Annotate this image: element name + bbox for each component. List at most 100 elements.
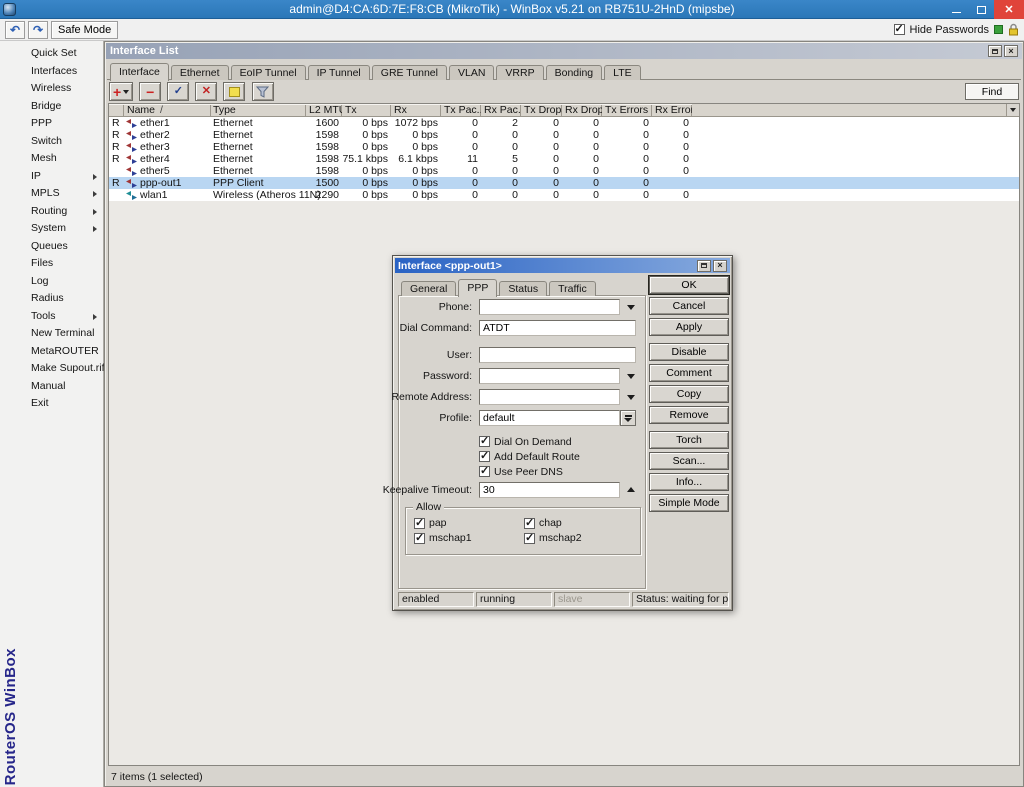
password-input[interactable] (479, 368, 620, 384)
tab-lte[interactable]: LTE (604, 65, 640, 80)
tab-vlan[interactable]: VLAN (449, 65, 494, 80)
tab-gre-tunnel[interactable]: GRE Tunnel (372, 65, 447, 80)
profile-combo-button[interactable] (620, 410, 636, 426)
remove-button[interactable]: Remove (649, 406, 729, 424)
sidebar-item-make-supout[interactable]: Make Supout.rif (26, 360, 102, 378)
table-row-ppp-out1[interactable]: R ppp-out1 PPP Client 1500 0 bps 0 bps 0… (109, 177, 1019, 189)
sidebar-item-interfaces[interactable]: Interfaces (26, 63, 102, 81)
sidebar-item-radius[interactable]: Radius (26, 290, 102, 308)
sidebar-item-wireless[interactable]: Wireless (26, 80, 102, 98)
redo-button[interactable]: ↷ (28, 21, 48, 39)
disable-interface-button[interactable]: ✕ (195, 82, 217, 101)
scan-button[interactable]: Scan... (649, 452, 729, 470)
sidebar-item-tools[interactable]: Tools (26, 308, 102, 326)
dialog-restore-button[interactable] (697, 260, 711, 272)
header-tx-packets[interactable]: Tx Pac... (441, 104, 481, 116)
window-restore-button[interactable] (988, 45, 1002, 57)
header-rx[interactable]: Rx (391, 104, 441, 116)
safe-mode-button[interactable]: Safe Mode (51, 21, 118, 39)
dial-on-demand-checkbox[interactable] (479, 436, 490, 447)
hide-passwords-checkbox[interactable] (894, 24, 905, 35)
copy-button[interactable]: Copy (649, 385, 729, 403)
maximize-button[interactable] (969, 0, 994, 19)
table-row-ether2[interactable]: R ether2 Ethernet 1598 0 bps 0 bps 0 0 0… (109, 129, 1019, 141)
info-button[interactable]: Info... (649, 473, 729, 491)
keepalive-input[interactable] (479, 482, 620, 498)
table-row-wlan1[interactable]: wlan1 Wireless (Atheros 11N) 2290 0 bps … (109, 189, 1019, 201)
sidebar-item-metarouter[interactable]: MetaROUTER (26, 343, 102, 361)
mschap2-checkbox[interactable] (524, 533, 535, 544)
header-rx-errors[interactable]: Rx Errors (652, 104, 692, 116)
sidebar-item-system[interactable]: System (26, 220, 102, 238)
apply-button[interactable]: Apply (649, 318, 729, 336)
sidebar-item-files[interactable]: Files (26, 255, 102, 273)
header-l2mtu[interactable]: L2 MTU (306, 104, 342, 116)
torch-button[interactable]: Torch (649, 431, 729, 449)
tab-ethernet[interactable]: Ethernet (171, 65, 229, 80)
sidebar-item-queues[interactable]: Queues (26, 238, 102, 256)
cancel-button[interactable]: Cancel (649, 297, 729, 315)
sidebar-item-ppp[interactable]: PPP (26, 115, 102, 133)
header-tx[interactable]: Tx (342, 104, 391, 116)
window-close-button[interactable]: × (1004, 45, 1018, 57)
undo-button[interactable]: ↶ (5, 21, 25, 39)
use-peer-dns-checkbox[interactable] (479, 466, 490, 477)
keepalive-up-arrow-icon[interactable] (627, 487, 635, 492)
table-row-ether3[interactable]: R ether3 Ethernet 1598 0 bps 0 bps 0 0 0… (109, 141, 1019, 153)
sidebar-item-routing[interactable]: Routing (26, 203, 102, 221)
tab-ip-tunnel[interactable]: IP Tunnel (308, 65, 370, 80)
table-row-ether4[interactable]: R ether4 Ethernet 1598 75.1 kbps 6.1 kbp… (109, 153, 1019, 165)
header-name[interactable]: Name/ (124, 104, 211, 116)
sidebar-item-bridge[interactable]: Bridge (26, 98, 102, 116)
sidebar-item-new-terminal[interactable]: New Terminal (26, 325, 102, 343)
header-rx-packets[interactable]: Rx Pac... (481, 104, 521, 116)
sidebar-item-quick-set[interactable]: Quick Set (26, 45, 102, 63)
simple-mode-button[interactable]: Simple Mode (649, 494, 729, 512)
tab-ppp[interactable]: PPP (458, 279, 497, 297)
header-tx-errors[interactable]: Tx Errors (602, 104, 652, 116)
tab-vrrp[interactable]: VRRP (496, 65, 543, 80)
sidebar-item-manual[interactable]: Manual (26, 378, 102, 396)
tab-eoip-tunnel[interactable]: EoIP Tunnel (231, 65, 306, 80)
comment-button[interactable]: Comment (649, 364, 729, 382)
profile-input[interactable] (479, 410, 620, 426)
sidebar-item-exit[interactable]: Exit (26, 395, 102, 413)
tab-status[interactable]: Status (499, 281, 547, 296)
sidebar-item-switch[interactable]: Switch (26, 133, 102, 151)
enable-interface-button[interactable]: ✓ (167, 82, 189, 101)
tab-interface[interactable]: Interface (110, 63, 169, 81)
header-tx-drops[interactable]: Tx Drops (521, 104, 562, 116)
tab-general[interactable]: General (401, 281, 456, 296)
find-button[interactable]: Find (965, 83, 1019, 100)
header-rx-drops[interactable]: Rx Drops (562, 104, 602, 116)
dialog-titlebar[interactable]: Interface <ppp-out1> × (395, 258, 730, 273)
chap-checkbox[interactable] (524, 518, 535, 529)
password-dropdown-icon[interactable] (627, 374, 635, 379)
table-row-ether1[interactable]: R ether1 Ethernet 1600 0 bps 1072 bps 0 … (109, 117, 1019, 129)
sidebar-item-ip[interactable]: IP (26, 168, 102, 186)
user-input[interactable] (479, 347, 636, 363)
pap-checkbox[interactable] (414, 518, 425, 529)
tab-traffic[interactable]: Traffic (549, 281, 596, 296)
sidebar-item-mesh[interactable]: Mesh (26, 150, 102, 168)
remove-interface-button[interactable]: − (139, 82, 161, 101)
table-row-ether5[interactable]: ether5 Ethernet 1598 0 bps 0 bps 0 0 0 0… (109, 165, 1019, 177)
interface-list-titlebar[interactable]: Interface List × (106, 43, 1022, 59)
app-titlebar[interactable]: admin@D4:CA:6D:7E:F8:CB (MikroTik) - Win… (0, 0, 1024, 19)
sidebar-item-log[interactable]: Log (26, 273, 102, 291)
mschap1-checkbox[interactable] (414, 533, 425, 544)
add-default-route-checkbox[interactable] (479, 451, 490, 462)
sidebar-item-mpls[interactable]: MPLS (26, 185, 102, 203)
column-chooser-button[interactable] (1006, 104, 1019, 116)
remote-address-input[interactable] (479, 389, 620, 405)
remote-address-dropdown-icon[interactable] (627, 395, 635, 400)
tab-bonding[interactable]: Bonding (546, 65, 603, 80)
filter-button[interactable] (252, 82, 274, 101)
ok-button[interactable]: OK (649, 276, 729, 294)
minimize-button[interactable] (944, 0, 969, 19)
dial-command-input[interactable] (479, 320, 636, 336)
close-button[interactable]: ✕ (994, 0, 1024, 19)
dialog-close-button[interactable]: × (713, 260, 727, 272)
phone-input[interactable] (479, 299, 620, 315)
phone-dropdown-icon[interactable] (627, 305, 635, 310)
